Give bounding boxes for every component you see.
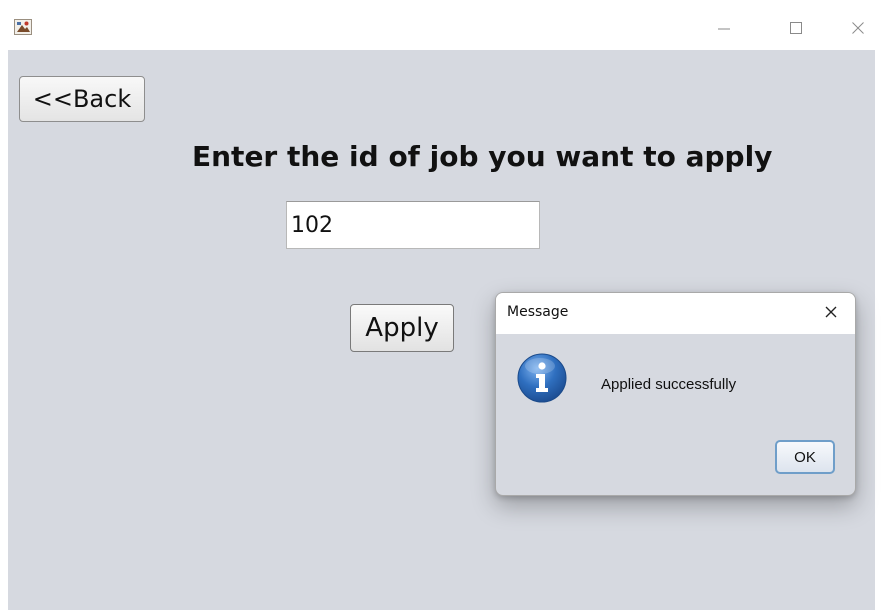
minimize-button[interactable]	[706, 14, 742, 44]
info-icon	[516, 352, 568, 404]
dialog-close-button[interactable]	[818, 301, 844, 327]
app-window: <<Back Enter the id of job you want to a…	[0, 0, 882, 615]
java-app-icon	[14, 19, 32, 35]
apply-button[interactable]: Apply	[350, 304, 454, 352]
maximize-button[interactable]	[778, 14, 814, 44]
message-dialog: Message Applied successfully OK	[495, 292, 856, 496]
close-icon	[823, 304, 839, 324]
job-id-input[interactable]	[286, 201, 540, 249]
window-titlebar	[0, 0, 882, 50]
dialog-title: Message	[507, 304, 569, 320]
back-button[interactable]: <<Back	[19, 76, 145, 122]
page-heading: Enter the id of job you want to apply	[192, 140, 773, 173]
dialog-message: Applied successfully	[601, 376, 737, 393]
window-close-button[interactable]	[840, 14, 876, 44]
minimize-icon	[717, 20, 731, 39]
ok-button[interactable]: OK	[775, 440, 835, 474]
close-icon	[851, 20, 865, 39]
maximize-icon	[789, 20, 803, 39]
dialog-titlebar: Message	[496, 293, 855, 334]
